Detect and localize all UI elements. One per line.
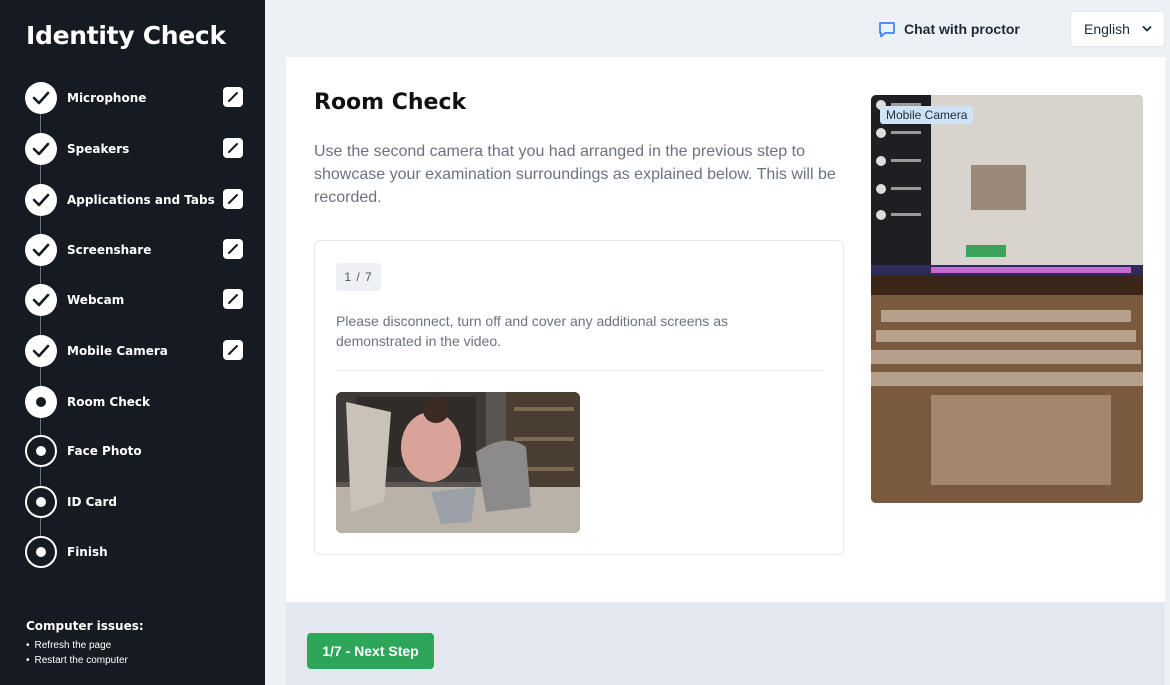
chat-with-proctor-button[interactable]: Chat with proctor — [878, 16, 1020, 42]
pending-step-icon — [25, 536, 57, 568]
chat-label: Chat with proctor — [904, 21, 1020, 37]
step-connector — [40, 216, 41, 236]
step-connector — [40, 518, 41, 536]
sidebar-step-webcam[interactable]: Webcam — [25, 284, 250, 316]
issue-item: Restart the computer — [26, 653, 128, 668]
language-value: English — [1084, 21, 1130, 37]
instruction-card: 1 / 7 Please disconnect, turn off and co… — [314, 240, 844, 555]
step-label: Face Photo — [67, 444, 142, 458]
check-icon — [25, 133, 57, 165]
footer-bar: 1/7 - Next Step — [286, 602, 1165, 685]
step-connector — [40, 467, 41, 487]
check-icon — [25, 335, 57, 367]
sidebar-step-screenshare[interactable]: Screenshare — [25, 234, 250, 266]
step-connector — [40, 114, 41, 134]
sidebar: Identity Check Microphone Speakers Appli… — [0, 0, 265, 685]
pending-step-icon — [25, 486, 57, 518]
step-counter-badge: 1 / 7 — [336, 263, 381, 291]
step-connector — [40, 367, 41, 387]
check-icon — [25, 284, 57, 316]
step-label: Finish — [67, 545, 108, 559]
check-icon — [25, 82, 57, 114]
issue-item: Refresh the page — [26, 638, 128, 653]
sidebar-step-mobile-camera[interactable]: Mobile Camera — [25, 335, 250, 367]
pencil-icon[interactable] — [223, 340, 243, 360]
divider — [336, 370, 823, 371]
step-label: Room Check — [67, 395, 150, 409]
next-step-button[interactable]: 1/7 - Next Step — [307, 633, 434, 669]
room-check-panel: Room Check Use the second camera that yo… — [286, 57, 1165, 602]
step-connector — [40, 316, 41, 336]
step-label: Screenshare — [67, 243, 152, 257]
page-description: Use the second camera that you had arran… — [314, 143, 836, 206]
instruction-text: Please disconnect, turn off and cover an… — [336, 313, 728, 349]
current-step-icon — [25, 386, 57, 418]
computer-issues-list: Refresh the page Restart the computer — [26, 638, 128, 668]
page-title: Room Check — [314, 90, 467, 115]
check-icon — [25, 234, 57, 266]
step-connector — [40, 165, 41, 185]
check-icon — [25, 184, 57, 216]
pencil-icon[interactable] — [223, 189, 243, 209]
sidebar-step-finish: Finish — [25, 536, 250, 568]
language-select[interactable]: English — [1070, 11, 1165, 47]
step-connector — [40, 266, 41, 286]
pencil-icon[interactable] — [223, 289, 243, 309]
sidebar-step-applications-and-tabs[interactable]: Applications and Tabs — [25, 184, 250, 216]
pending-step-icon — [25, 435, 57, 467]
step-label: Webcam — [67, 293, 125, 307]
chat-bubble-icon — [879, 21, 895, 37]
step-label: Microphone — [67, 91, 147, 105]
chevron-down-icon — [1142, 26, 1152, 32]
step-connector — [40, 418, 41, 435]
pencil-icon[interactable] — [223, 138, 243, 158]
sidebar-step-speakers[interactable]: Speakers — [25, 133, 250, 165]
step-label: Applications and Tabs — [67, 193, 215, 207]
demonstration-video[interactable] — [336, 392, 580, 533]
sidebar-step-face-photo: Face Photo — [25, 435, 250, 467]
sidebar-step-room-check: Room Check — [25, 386, 250, 418]
step-label: Speakers — [67, 142, 130, 156]
sidebar-step-id-card: ID Card — [25, 486, 250, 518]
pencil-icon[interactable] — [223, 239, 243, 259]
app-title: Identity Check — [26, 21, 226, 50]
step-label: Mobile Camera — [67, 344, 168, 358]
step-label: ID Card — [67, 495, 118, 509]
pencil-icon[interactable] — [223, 87, 243, 107]
computer-issues-title: Computer issues: — [26, 619, 144, 633]
sidebar-step-microphone[interactable]: Microphone — [25, 82, 250, 114]
mobile-camera-badge: Mobile Camera — [880, 106, 974, 124]
mobile-camera-feed: Mobile Camera — [871, 95, 1143, 503]
